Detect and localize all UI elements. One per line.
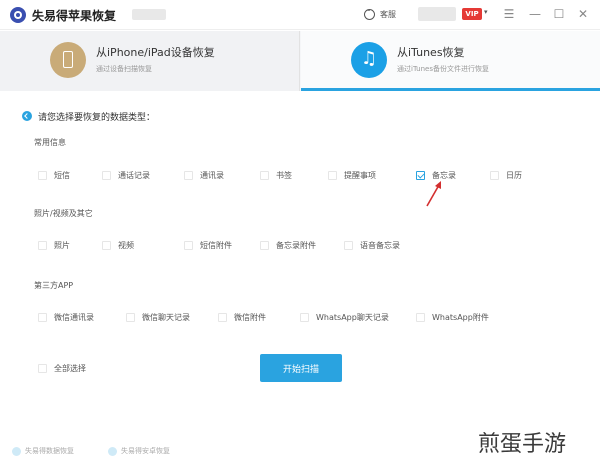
tab-title: 从iTunes恢复 — [397, 46, 465, 59]
option-label: 照片 — [54, 241, 70, 250]
title-bar: 失易得苹果恢复 客服 VIP ▾ ☰ — ☐ ✕ — [0, 0, 600, 30]
option-label: 备忘录附件 — [276, 241, 316, 250]
app-icon — [12, 446, 21, 456]
recovery-mode-tabs: 从iPhone/iPad设备恢复 通过设备扫描恢复 ♫ 从iTunes恢复 通过… — [0, 31, 600, 91]
tab-title: 从iPhone/iPad设备恢复 — [96, 46, 215, 59]
music-note-icon: ♫ — [351, 42, 387, 78]
option-label: 日历 — [506, 171, 522, 180]
phone-icon — [50, 42, 86, 78]
chevron-down-icon[interactable]: ▾ — [484, 8, 488, 16]
checkbox[interactable] — [102, 171, 111, 180]
active-tab-indicator — [301, 88, 600, 91]
maximize-button[interactable]: ☐ — [552, 6, 566, 22]
checkbox[interactable] — [38, 364, 47, 373]
checkbox[interactable] — [260, 241, 269, 250]
minimize-button[interactable]: — — [528, 6, 542, 22]
checkbox[interactable] — [328, 171, 337, 180]
option-label: 语音备忘录 — [360, 241, 400, 250]
checkbox[interactable] — [344, 241, 353, 250]
checkbox[interactable] — [38, 171, 47, 180]
footer-link-android-recovery[interactable]: 失易得安卓恢复 — [108, 446, 170, 456]
checkbox[interactable] — [184, 171, 193, 180]
vip-badge[interactable]: VIP — [462, 8, 482, 20]
option-label: 短信附件 — [200, 241, 232, 250]
option-label: 书签 — [276, 171, 292, 180]
tab-subtitle: 通过iTunes备份文件进行恢复 — [397, 65, 489, 73]
section-title-third-party: 第三方APP — [34, 281, 74, 290]
tab-device-recovery[interactable]: 从iPhone/iPad设备恢复 通过设备扫描恢复 — [0, 31, 300, 91]
checkbox[interactable] — [126, 313, 135, 322]
option-label: 微信通讯录 — [54, 313, 94, 322]
option-label: 通话记录 — [118, 171, 150, 180]
checkbox[interactable] — [260, 171, 269, 180]
tab-itunes-recovery[interactable]: ♫ 从iTunes恢复 通过iTunes备份文件进行恢复 — [301, 31, 600, 91]
option-label: WhatsApp附件 — [432, 313, 489, 322]
footer-link-data-recovery[interactable]: 失易得数据恢复 — [12, 446, 74, 456]
checkbox[interactable] — [490, 171, 499, 180]
option-label: 短信 — [54, 171, 70, 180]
app-title: 失易得苹果恢复 — [32, 9, 117, 23]
checkbox[interactable] — [218, 313, 227, 322]
watermark: 煎蛋手游 — [478, 432, 567, 457]
help-label[interactable]: 客服 — [380, 9, 396, 20]
tab-subtitle: 通过设备扫描恢复 — [96, 65, 152, 73]
option-label: 视频 — [118, 241, 134, 250]
blurred-account — [418, 7, 456, 21]
back-icon[interactable] — [22, 111, 32, 121]
checkbox[interactable] — [38, 241, 47, 250]
app-logo-icon — [10, 7, 26, 23]
close-button[interactable]: ✕ — [576, 6, 590, 22]
option-label: 提醒事项 — [344, 171, 376, 180]
option-label: 微信附件 — [234, 313, 266, 322]
blurred-info — [132, 9, 166, 20]
option-label: 通讯录 — [200, 171, 224, 180]
prompt-text: 请您选择要恢复的数据类型： — [38, 113, 156, 123]
option-label: 微信聊天记录 — [142, 313, 190, 322]
option-label: 全部选择 — [54, 364, 86, 373]
checkbox[interactable] — [416, 313, 425, 322]
section-title-media: 照片/视频及其它 — [34, 209, 93, 218]
checkbox[interactable] — [38, 313, 47, 322]
footer-link-label: 失易得数据恢复 — [25, 447, 74, 455]
checkbox[interactable] — [300, 313, 309, 322]
start-scan-button[interactable]: 开始扫描 — [260, 354, 342, 382]
checkbox[interactable] — [102, 241, 111, 250]
option-label: WhatsApp聊天记录 — [316, 313, 389, 322]
menu-icon[interactable]: ☰ — [502, 6, 516, 22]
chat-icon[interactable] — [364, 7, 375, 20]
annotation-arrow-icon — [426, 181, 441, 207]
app-icon — [108, 446, 117, 456]
section-title-common: 常用信息 — [34, 138, 66, 147]
checkbox-checked[interactable] — [416, 171, 425, 180]
footer-link-label: 失易得安卓恢复 — [121, 447, 170, 455]
checkbox[interactable] — [184, 241, 193, 250]
